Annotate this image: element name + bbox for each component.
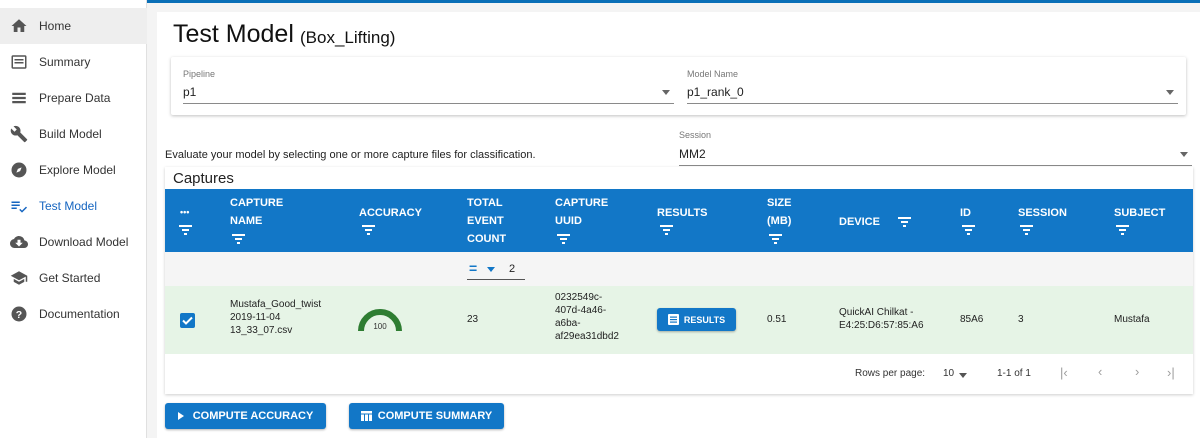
pagination-range: 1-1 of 1 <box>997 368 1031 379</box>
column-menu-button[interactable]: ••• <box>180 203 189 221</box>
cell-subject: Mustafa <box>1114 314 1150 325</box>
accuracy-gauge: 100 <box>358 309 402 332</box>
captures-title: Captures <box>173 170 234 187</box>
session-select[interactable]: MM2 <box>679 147 706 161</box>
cell-session: 3 <box>1018 314 1024 325</box>
previous-page-icon[interactable]: ‹ <box>1098 364 1102 379</box>
sidebar-item-label: Build Model <box>39 127 102 141</box>
pipeline-select[interactable]: p1 <box>183 85 196 99</box>
first-page-icon[interactable]: |‹ <box>1060 365 1068 380</box>
table-icon <box>360 411 372 421</box>
next-page-icon[interactable]: › <box>1135 364 1139 379</box>
chevron-down-icon[interactable] <box>662 90 670 95</box>
chevron-down-icon[interactable] <box>959 373 967 378</box>
compute-summary-button[interactable]: COMPUTE SUMMARY <box>349 403 504 429</box>
filter-icon[interactable] <box>962 225 975 235</box>
last-page-icon[interactable]: ›| <box>1167 365 1175 380</box>
model-name-underline <box>687 103 1178 104</box>
sidebar-item-label: Download Model <box>39 235 129 249</box>
filter-icon[interactable] <box>232 234 245 244</box>
row-checkbox[interactable] <box>180 313 195 328</box>
filter-value[interactable]: 2 <box>509 263 515 275</box>
help-icon: ? <box>11 306 27 322</box>
model-selection-panel <box>171 57 1186 115</box>
filter-icon[interactable] <box>1116 225 1129 235</box>
sidebar: Home Summary Prepare Data Build Model Ex… <box>0 0 147 438</box>
sidebar-item-home[interactable]: Home <box>0 8 147 44</box>
summary-icon <box>11 55 27 69</box>
sidebar-item-prepare-data[interactable]: Prepare Data <box>0 80 147 116</box>
column-id[interactable]: ID <box>960 204 971 222</box>
column-accuracy[interactable]: ACCURACY <box>359 204 422 222</box>
filter-icon[interactable] <box>179 225 192 235</box>
sidebar-item-download-model[interactable]: Download Model <box>0 224 147 260</box>
chevron-down-icon[interactable] <box>1166 90 1174 95</box>
results-button[interactable]: RESULTS <box>657 308 736 331</box>
sidebar-item-label: Explore Model <box>39 163 116 177</box>
cell-size: 0.51 <box>767 314 787 325</box>
svg-text:?: ? <box>16 309 22 321</box>
sidebar-item-label: Summary <box>39 55 91 69</box>
check-icon <box>182 316 193 325</box>
list-icon <box>12 92 26 104</box>
model-name-label: Model Name <box>687 69 739 79</box>
sidebar-item-label: Prepare Data <box>39 91 111 105</box>
document-icon <box>667 314 679 325</box>
column-size[interactable]: SIZE (MB) <box>767 194 791 230</box>
wrench-icon <box>10 125 28 143</box>
filter-icon[interactable] <box>769 234 782 244</box>
chevron-down-icon[interactable] <box>487 267 495 272</box>
sidebar-item-label: Get Started <box>39 271 101 285</box>
filter-icon[interactable] <box>660 225 673 235</box>
instruction-text: Evaluate your model by selecting one or … <box>165 149 536 161</box>
column-subject[interactable]: SUBJECT <box>1114 204 1165 222</box>
column-capture-name[interactable]: CAPTURE NAME <box>230 194 283 230</box>
sidebar-item-documentation[interactable]: ? Documentation <box>0 296 147 332</box>
play-icon <box>177 412 184 420</box>
cell-id: 85A6 <box>960 314 984 325</box>
sidebar-item-label: Test Model <box>39 199 98 213</box>
column-total-event-count[interactable]: TOTAL EVENT COUNT <box>467 194 506 248</box>
top-accent-bar <box>147 0 1200 3</box>
rows-per-page-select[interactable]: 10 <box>943 368 954 379</box>
column-capture-uuid[interactable]: CAPTURE UUID <box>555 194 608 230</box>
rows-per-page-label: Rows per page: <box>855 368 926 379</box>
cell-capture-name: Mustafa_Good_twist 2019-11-04 13_33_07.c… <box>230 299 322 336</box>
filter-icon[interactable] <box>557 234 570 244</box>
event-count-filter[interactable]: = 2 <box>467 260 525 280</box>
school-icon <box>10 271 28 285</box>
chevron-down-icon[interactable] <box>1180 152 1188 157</box>
sidebar-item-label: Documentation <box>39 307 120 321</box>
page-subtitle: (Box_Lifting) <box>300 28 396 47</box>
playlist-check-icon <box>11 201 28 213</box>
filter-icon[interactable] <box>362 225 375 235</box>
column-results[interactable]: RESULTS <box>657 204 708 222</box>
cell-total-event-count: 23 <box>467 314 479 325</box>
cell-device: QuickAI Chilkat - E4:25:D6:57:85:A6 <box>839 307 924 331</box>
pipeline-underline <box>183 103 674 104</box>
sidebar-item-test-model[interactable]: Test Model <box>0 188 147 224</box>
home-icon <box>11 19 27 32</box>
sidebar-item-build-model[interactable]: Build Model <box>0 116 147 152</box>
sidebar-item-summary[interactable]: Summary <box>0 44 147 80</box>
page-title: Test Model <box>173 20 294 48</box>
pipeline-label: Pipeline <box>183 69 216 79</box>
sidebar-item-explore-model[interactable]: Explore Model <box>0 152 147 188</box>
compass-icon <box>11 162 27 178</box>
filter-operator[interactable]: = <box>469 260 477 276</box>
accuracy-value: 100 <box>373 322 387 331</box>
sidebar-item-get-started[interactable]: Get Started <box>0 260 147 296</box>
cell-capture-uuid: 0232549c- 407d-4a46- a6ba- af29ea31dbd2 <box>555 292 619 342</box>
filter-row <box>165 252 1193 286</box>
model-name-select[interactable]: p1_rank_0 <box>687 85 744 99</box>
filter-icon[interactable] <box>1020 225 1033 235</box>
cloud-download-icon <box>10 236 28 248</box>
session-label: Session <box>679 130 712 140</box>
sidebar-item-label: Home <box>39 19 72 33</box>
column-session[interactable]: SESSION <box>1018 204 1067 222</box>
compute-accuracy-button[interactable]: COMPUTE ACCURACY <box>165 403 326 429</box>
column-device[interactable]: DEVICE <box>839 213 880 231</box>
filter-icon[interactable] <box>898 217 911 227</box>
session-underline <box>679 165 1192 166</box>
